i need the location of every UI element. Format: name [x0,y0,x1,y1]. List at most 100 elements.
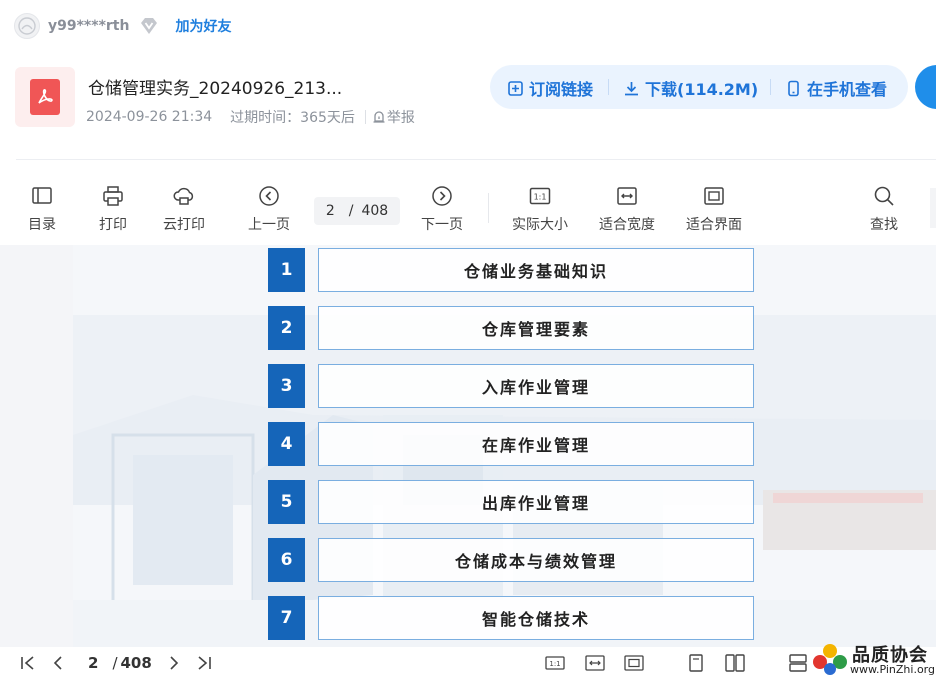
share-button[interactable] [915,65,936,109]
file-expire: 过期时间：365天后 [230,110,355,126]
toolbar-scroll-edge [930,188,936,228]
pdf-icon [38,89,53,104]
watermark-logo [813,644,847,675]
next-page-label: 下一页 [421,217,463,233]
scroll-view-button[interactable] [788,653,808,673]
download-label: 下载(114.2M) [645,80,759,99]
phone-icon [788,80,799,96]
action-divider [770,79,771,95]
toc-item: 7 智能仓储技术 [268,596,754,640]
toc-item: 4 在库作业管理 [268,422,754,466]
download-icon [625,81,638,95]
cloud-print-icon [173,187,194,205]
page-slash: / [348,203,354,219]
toc-item: 3 入库作业管理 [268,364,754,408]
fit-width-icon [617,187,637,205]
actual-size-small-button[interactable]: 1:1 [545,653,565,673]
chevron-left-icon [53,656,62,670]
next-page-small-button[interactable] [164,653,184,673]
fit-width-button[interactable]: 适合宽度 [599,184,655,234]
bottom-total-pages: 408 [120,654,152,672]
toc-item: 6 仓储成本与绩效管理 [268,538,754,582]
scroll-view-icon [789,654,807,672]
double-page-view-button[interactable] [725,653,745,673]
search-icon [874,186,894,206]
toc-item-number: 4 [268,422,305,466]
toc-item-title: 智能仓储技术 [318,596,754,640]
toc-icon [32,187,52,204]
toc-item-title: 入库作业管理 [318,364,754,408]
actual-size-small-icon: 1:1 [545,656,565,670]
bottom-page-slash: / [112,654,118,672]
fit-page-button[interactable]: 适合界面 [686,184,742,234]
printer-icon [103,186,123,206]
first-page-icon [21,656,34,670]
toc-item: 5 出库作业管理 [268,480,754,524]
toolbar-divider [488,193,489,223]
subscribe-icon [508,80,523,96]
toc-item: 2 仓库管理要素 [268,306,754,350]
fit-page-icon [704,187,724,205]
next-page-button[interactable]: 下一页 [421,184,463,234]
toc-item-number: 3 [268,364,305,408]
view-on-phone-button[interactable]: 在手机查看 [785,76,887,100]
fit-width-label: 适合宽度 [599,217,655,233]
subscribe-link-button[interactable]: 订阅链接 [507,76,593,100]
cloud-print-label: 云打印 [163,217,205,233]
username[interactable]: y99****rth [48,18,129,34]
watermark-url: www.PinZhi.org [850,663,935,676]
single-page-icon [689,654,703,672]
double-page-icon [725,654,745,672]
actual-size-icon: 1:1 [529,187,551,205]
pdf-file-icon [15,67,75,127]
fit-page-small-button[interactable] [624,653,644,673]
header-divider [16,159,936,160]
meta-divider [364,110,366,124]
current-page-input[interactable]: 2 [326,203,335,219]
download-button[interactable]: 下载(114.2M) [623,76,758,100]
actual-size-label: 实际大小 [512,217,568,233]
watermark: 品质协会 www.PinZhi.org [812,640,936,680]
prev-page-label: 上一页 [248,217,290,233]
action-bar: 订阅链接 下载(114.2M) 在手机查看 [490,65,908,109]
print-button[interactable]: 打印 [99,184,127,234]
last-page-button[interactable] [194,653,214,673]
file-meta: 2024-09-26 21:34 过期时间：365天后 举报 [86,107,415,127]
toc-item-title: 在库作业管理 [318,422,754,466]
bottom-page-indicator[interactable]: 2 /408 [88,654,152,672]
document-viewer[interactable]: 1 仓储业务基础知识 2 仓库管理要素 3 入库作业管理 4 在库作业管理 5 出库作业管理 6 仓储… [0,245,936,647]
first-page-button[interactable] [18,653,38,673]
toc-item-number: 5 [268,480,305,524]
avatar[interactable] [14,13,40,39]
search-button[interactable]: 查找 [870,184,898,234]
file-title: 仓储管理实务_20240926_213... [88,79,343,99]
fit-page-label: 适合界面 [686,217,742,233]
fit-page-small-icon [624,655,644,671]
vip-badge-icon [141,18,158,34]
chevron-right-circle-icon [432,186,452,206]
prev-page-small-button[interactable] [48,653,68,673]
toc-item-title: 仓储业务基础知识 [318,248,754,292]
toc-item: 1 仓储业务基础知识 [268,248,754,292]
user-row: y99****rth 加为好友 [14,12,231,40]
prev-page-button[interactable]: 上一页 [248,184,290,234]
single-page-view-button[interactable] [686,653,706,673]
search-label: 查找 [870,217,898,233]
bottom-current-page[interactable]: 2 [88,654,98,672]
toc-item-number: 7 [268,596,305,640]
page-indicator[interactable]: 2 / 408 [314,197,400,225]
last-page-icon [198,656,211,670]
toc-item-title: 仓储成本与绩效管理 [318,538,754,582]
actual-size-button[interactable]: 1:1 实际大小 [512,184,568,234]
add-friend-link[interactable]: 加为好友 [175,16,231,36]
toc-button[interactable]: 目录 [28,184,56,234]
pdf-viewer-page: y99****rth 加为好友 仓储管理实务_20240926_213... 2… [0,0,936,680]
svg-text:1:1: 1:1 [549,660,560,668]
report-link[interactable]: 举报 [372,107,415,127]
report-icon [373,111,385,123]
report-label: 举报 [386,110,415,126]
fit-width-small-button[interactable] [585,653,605,673]
toc-label: 目录 [28,217,56,233]
toc-item-title: 仓库管理要素 [318,306,754,350]
cloud-print-button[interactable]: 云打印 [163,184,205,234]
